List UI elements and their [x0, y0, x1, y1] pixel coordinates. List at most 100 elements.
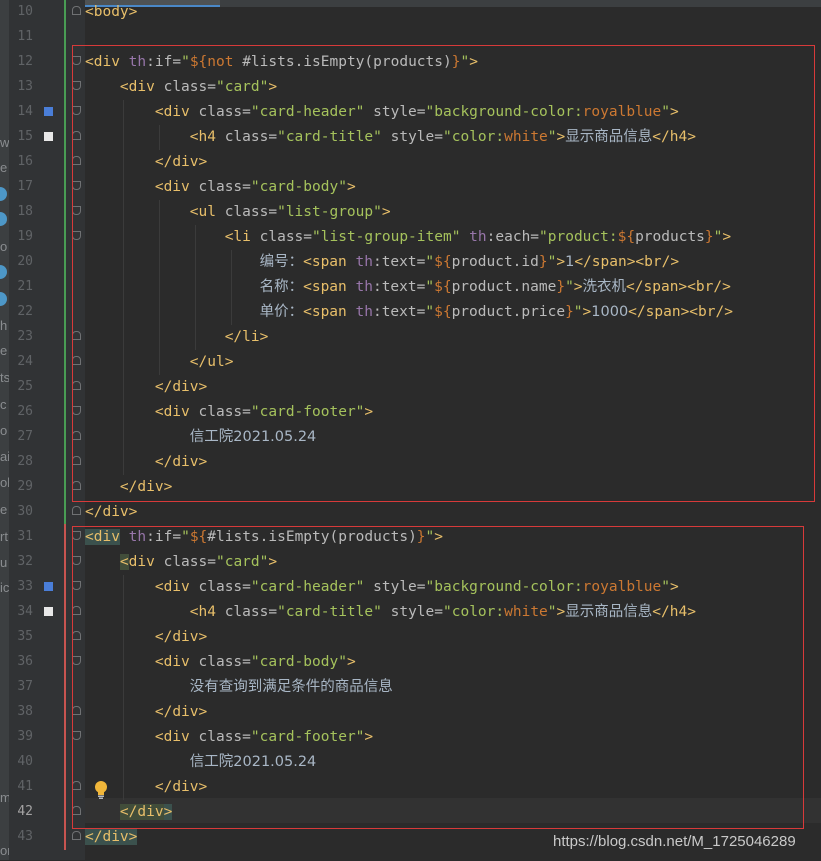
fold-toggle-icon[interactable]: [72, 381, 81, 390]
fold-toggle-icon[interactable]: [72, 56, 81, 65]
project-panel-fragment[interactable]: w: [0, 133, 9, 153]
code-line: <div class="card-footer">: [154, 729, 374, 745]
project-panel-fragment[interactable]: e: [0, 500, 9, 520]
line-number: 34: [17, 604, 33, 619]
code-line: </div>: [119, 479, 173, 495]
line-number: 36: [17, 654, 33, 669]
fold-toggle-icon[interactable]: [72, 231, 81, 240]
fold-toggle-icon[interactable]: [72, 106, 81, 115]
fold-toggle-icon[interactable]: [72, 631, 81, 640]
code-line: 编号：<span th:text="${product.id}">1</span…: [259, 254, 680, 270]
fold-toggle-icon[interactable]: [72, 481, 81, 490]
line-number: 42: [17, 804, 33, 819]
project-panel-fragment[interactable]: u: [0, 553, 9, 573]
line-number: 41: [17, 779, 33, 794]
line-number: 22: [17, 304, 33, 319]
project-panel-fragment[interactable]: o: [0, 421, 9, 441]
code-line: </div>: [154, 704, 208, 720]
code-line: <body>: [85, 4, 138, 20]
fold-toggle-icon[interactable]: [72, 606, 81, 615]
project-panel-fragment[interactable]: ol: [0, 473, 9, 493]
code-line: <div th:if="${#lists.isEmpty(products)}"…: [85, 529, 443, 545]
fold-toggle-icon[interactable]: [72, 331, 81, 340]
fold-toggle-icon[interactable]: [72, 806, 81, 815]
line-number: 28: [17, 454, 33, 469]
project-panel-fragment[interactable]: c: [0, 395, 9, 415]
line-number: 32: [17, 554, 33, 569]
line-number: 19: [17, 229, 33, 244]
fold-toggle-icon[interactable]: [72, 531, 81, 540]
project-panel-fragment[interactable]: ai: [0, 447, 9, 467]
project-panel-fragment[interactable]: h: [0, 316, 9, 336]
project-panel-fragment[interactable]: m: [0, 788, 9, 808]
bookmark-blue-icon[interactable]: [44, 107, 53, 116]
code-line: <div th:if="${not #lists.isEmpty(product…: [85, 54, 478, 70]
watermark-url: https://blog.csdn.net/M_1725046289: [553, 833, 796, 850]
fold-toggle-icon[interactable]: [72, 506, 81, 515]
bookmark-white-icon[interactable]: [44, 132, 53, 141]
line-number: 12: [17, 54, 33, 69]
fold-toggle-icon[interactable]: [72, 6, 81, 15]
fold-toggle-icon[interactable]: [72, 656, 81, 665]
fold-toggle-icon[interactable]: [72, 706, 81, 715]
project-panel-fragment[interactable]: ts: [0, 368, 9, 388]
line-number: 39: [17, 729, 33, 744]
line-number: 13: [17, 79, 33, 94]
fold-toggle-icon[interactable]: [72, 831, 81, 840]
fold-toggle-icon[interactable]: [72, 206, 81, 215]
project-panel-fragment[interactable]: e: [0, 341, 9, 361]
fold-toggle-icon[interactable]: [72, 181, 81, 190]
code-line: </div>: [85, 829, 138, 845]
current-line-highlight: [85, 798, 821, 823]
project-panel-fragment[interactable]: rt: [0, 527, 9, 547]
project-panel-fragment[interactable]: e: [0, 158, 9, 178]
code-line: 信工院2021.05.24: [189, 429, 317, 445]
code-line: <div class="card-header" style="backgrou…: [154, 104, 679, 120]
fold-toggle-icon[interactable]: [72, 456, 81, 465]
code-line-current: </div>: [119, 804, 173, 820]
fold-toggle-icon[interactable]: [72, 156, 81, 165]
fold-toggle-icon[interactable]: [72, 356, 81, 365]
code-line: </div>: [154, 629, 208, 645]
fold-toggle-icon[interactable]: [72, 406, 81, 415]
code-line: 信工院2021.05.24: [189, 754, 317, 770]
code-line: <li class="list-group-item" th:each="pro…: [224, 229, 732, 245]
code-line: <div class="card-body">: [154, 179, 356, 195]
line-number: 30: [17, 504, 33, 519]
line-number: 31: [17, 529, 33, 544]
bookmark-blue-icon[interactable]: [44, 582, 53, 591]
vcs-added-marker[interactable]: [64, 0, 66, 524]
fold-toggle-icon[interactable]: [72, 581, 81, 590]
code-line: <div class="card">: [119, 79, 278, 95]
bookmark-white-icon[interactable]: [44, 607, 53, 616]
line-number: 40: [17, 754, 33, 769]
line-number: 37: [17, 679, 33, 694]
code-line: </div>: [154, 454, 208, 470]
line-number: 17: [17, 179, 33, 194]
line-number: 11: [17, 29, 33, 44]
code-line: 没有查询到满足条件的商品信息: [189, 679, 393, 695]
line-number: 10: [17, 4, 33, 19]
code-line: <h4 class="card-title" style="color:whit…: [189, 129, 696, 145]
line-number: 27: [17, 429, 33, 444]
lightbulb-icon[interactable]: [93, 780, 109, 800]
fold-toggle-icon[interactable]: [72, 431, 81, 440]
project-panel-fragment[interactable]: or: [0, 841, 9, 861]
line-number: 24: [17, 354, 33, 369]
fold-toggle-icon[interactable]: [72, 731, 81, 740]
fold-toggle-icon[interactable]: [72, 556, 81, 565]
line-number: 29: [17, 479, 33, 494]
line-number: 20: [17, 254, 33, 269]
project-panel-fragment[interactable]: o: [0, 237, 9, 257]
code-line: <ul class="list-group">: [189, 204, 391, 220]
fold-toggle-icon[interactable]: [72, 131, 81, 140]
line-number: 38: [17, 704, 33, 719]
code-line: <div class="card-body">: [154, 654, 356, 670]
code-line: </div>: [154, 379, 208, 395]
project-panel-fragment[interactable]: ic: [0, 578, 9, 598]
fold-toggle-icon[interactable]: [72, 81, 81, 90]
fold-toggle-icon[interactable]: [72, 781, 81, 790]
line-number: 33: [17, 579, 33, 594]
code-line: </ul>: [189, 354, 234, 370]
vcs-modified-marker[interactable]: [64, 524, 66, 850]
